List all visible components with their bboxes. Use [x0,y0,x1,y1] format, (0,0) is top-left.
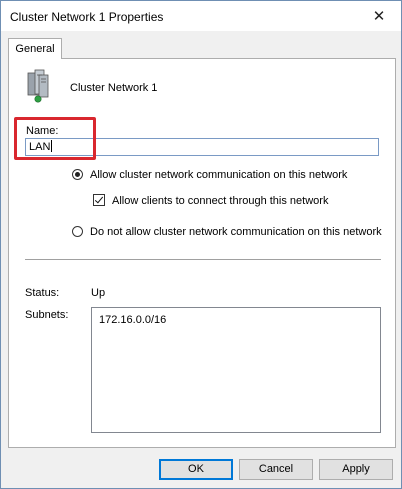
properties-dialog: Cluster Network 1 Properties ✕ General C… [0,0,402,489]
general-tab-panel: Cluster Network 1 Name: LAN Allow cluste… [8,58,396,448]
close-icon: ✕ [372,8,386,25]
apply-button[interactable]: Apply [319,459,393,480]
deny-communication-label[interactable]: Do not allow cluster network communicati… [90,226,382,238]
radio-selected-dot [75,172,80,177]
subnets-label: Subnets: [25,309,69,321]
subnets-list[interactable]: 172.16.0.0/16 [91,307,381,433]
allow-clients-checkbox[interactable] [93,194,105,206]
status-value: Up [91,287,106,299]
section-divider [25,259,381,260]
cancel-button[interactable]: Cancel [239,459,313,480]
name-field-value: LAN [29,141,51,153]
close-button[interactable]: ✕ [357,1,401,31]
allow-communication-radio[interactable] [72,169,83,180]
tab-general[interactable]: General [8,38,62,59]
allow-communication-label[interactable]: Allow cluster network communication on t… [90,169,347,181]
server-cluster-icon [27,69,49,103]
list-item: 172.16.0.0/16 [99,314,167,326]
deny-communication-radio[interactable] [72,226,83,237]
ok-button[interactable]: OK [159,459,233,480]
status-label: Status: [25,287,60,299]
name-field[interactable]: LAN [25,138,379,156]
cluster-network-name: Cluster Network 1 [70,82,158,94]
window-title: Cluster Network 1 Properties [10,10,164,24]
allow-clients-label[interactable]: Allow clients to connect through this ne… [112,195,328,207]
name-label: Name: [26,125,59,137]
text-caret [51,140,53,152]
title-bar[interactable]: Cluster Network 1 Properties ✕ [1,1,401,31]
